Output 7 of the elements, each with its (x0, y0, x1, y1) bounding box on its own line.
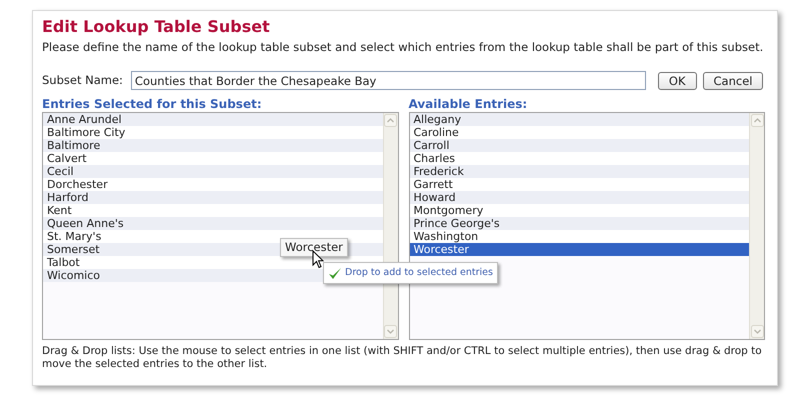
list-heading: Entries Selected for this Subset: (42, 97, 263, 112)
list-heading: Available Entries: (408, 97, 528, 112)
dialog-title: Edit Lookup Table Subset (42, 17, 271, 37)
help-text: Drag & Drop lists: Use the mouse to select entries in one list (with SHIFT and/or CTRL to select multiple entries), then use drag & drop to move the selected entries to the other list. (42, 345, 763, 371)
dialog-description: Please define the name of the lookup table subset and select which entries from the lookup table shall be part of this subset. (42, 39, 764, 55)
drag-ghost: Worcester (280, 238, 348, 257)
field-label: Subset Name: (42, 72, 123, 89)
